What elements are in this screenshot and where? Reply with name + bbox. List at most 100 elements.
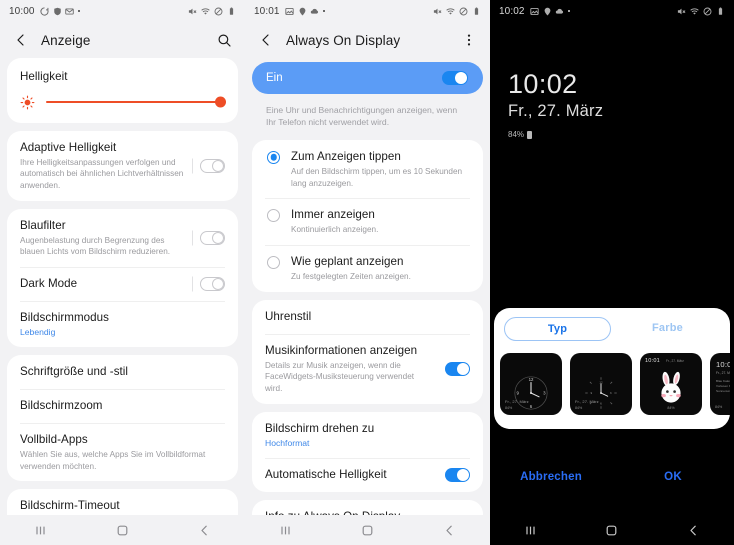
brightness-thumb[interactable]	[215, 96, 226, 108]
chevron-left-icon[interactable]	[12, 31, 30, 49]
rabbit-character-icon	[661, 371, 681, 403]
cancel-button[interactable]: Abbrechen	[490, 471, 612, 483]
status-bar-left: 10:02	[499, 6, 570, 17]
shield-icon	[53, 7, 62, 16]
face-time: 10:01	[716, 360, 730, 369]
aod-battery-indicator: 84%	[508, 130, 603, 139]
clock-face-analog-numerals[interactable]: 12 3 6 9 Fr., 27. März 84%	[500, 353, 562, 415]
radio-button[interactable]	[267, 209, 280, 223]
status-bar-left: 10:00	[9, 6, 80, 17]
radio-button[interactable]	[267, 256, 280, 270]
toggle-wrap	[437, 468, 470, 483]
panel-always-on-display: 10:01 Always On Display Ein Eine Uhr und…	[245, 0, 490, 545]
row-clock-style[interactable]: Uhrenstil	[252, 300, 483, 334]
clock-face-rabbit-character[interactable]: 10:01 Fr., 27. März 84%	[640, 353, 702, 415]
recents-icon[interactable]	[245, 524, 327, 537]
tab-farbe[interactable]: Farbe	[615, 317, 720, 341]
back-icon[interactable]	[408, 524, 490, 537]
toggle-wrap	[192, 230, 225, 245]
more-vertical-icon[interactable]	[460, 31, 478, 49]
wifi-icon	[446, 7, 455, 16]
aod-master-toggle[interactable]	[442, 70, 468, 86]
clock-style-picker-sheet: Typ Farbe 12 3 69 Fr., 27. März 84% 12 3…	[494, 308, 730, 429]
home-icon[interactable]	[327, 524, 409, 537]
row-title: Automatische Helligkeit	[265, 468, 387, 482]
row-show-music-info[interactable]: Musikinformationen anzeigen Details zur …	[252, 333, 483, 404]
row-subtitle: Wählen Sie aus, welche Apps Sie im Vollb…	[20, 449, 206, 471]
row-font-size-style[interactable]: Schriftgröße und -stil	[7, 355, 238, 389]
toggle-wrap	[192, 158, 225, 173]
radio-row-tap-to-show[interactable]: Zum Anzeigen tippen Auf den Bildschirm t…	[252, 140, 483, 198]
dot-icon	[567, 10, 570, 12]
row-text: Musikinformationen anzeigen Details zur …	[265, 343, 437, 395]
mail-icon	[65, 7, 74, 16]
brightness-card: Helligkeit	[7, 58, 238, 123]
battery-icon	[472, 7, 481, 16]
row-title: Immer anzeigen	[291, 208, 375, 222]
page-title: Anzeige	[41, 32, 91, 48]
radio-row-always-show[interactable]: Immer anzeigen Kontinuierlich anzeigen.	[252, 198, 483, 245]
dark-mode-toggle[interactable]	[200, 276, 225, 291]
row-text: Automatische Helligkeit	[265, 467, 437, 483]
home-icon[interactable]	[571, 524, 652, 537]
chevron-left-icon[interactable]	[257, 31, 275, 49]
cloud-icon	[310, 7, 319, 16]
picker-tabs: Typ Farbe	[494, 317, 730, 341]
aod-clock-preview: 10:02 Fr., 27. März 84%	[508, 69, 603, 140]
recents-icon[interactable]	[0, 524, 82, 537]
settings-list[interactable]: Helligkeit Adaptive Helligkeit Ihre Hell…	[0, 58, 245, 536]
dnd-icon	[703, 7, 712, 16]
face-date: Fr., 27. März	[666, 359, 684, 363]
search-icon[interactable]	[215, 31, 233, 49]
row-dark-mode[interactable]: Dark Mode	[7, 267, 238, 301]
aod-master-toggle-row[interactable]: Ein	[252, 62, 483, 94]
row-title: Adaptive Helligkeit	[20, 140, 117, 154]
face-date: Fr., 27. März	[716, 371, 730, 375]
row-adaptive-brightness[interactable]: Adaptive Helligkeit Ihre Helligkeitsanpa…	[7, 131, 238, 201]
row-fullscreen-apps[interactable]: Vollbild-Apps Wählen Sie aus, welche App…	[7, 422, 238, 481]
row-title: Zum Anzeigen tippen	[291, 149, 401, 163]
wifi-icon	[690, 7, 699, 16]
radio-button[interactable]	[267, 150, 280, 164]
recents-icon[interactable]	[490, 524, 571, 537]
row-auto-brightness[interactable]: Automatische Helligkeit	[252, 458, 483, 492]
mute-icon	[677, 7, 686, 16]
ok-button[interactable]: OK	[612, 471, 734, 483]
status-bar-right	[188, 7, 236, 16]
tab-typ[interactable]: Typ	[504, 317, 611, 341]
brightness-track[interactable]	[46, 96, 226, 108]
font-and-zoom-card: Schriftgröße und -stil Bildschirmzoom Vo…	[7, 355, 238, 482]
row-subtitle: Auf den Bildschirm tippen, um es 10 Seku…	[291, 167, 463, 188]
clock-face-list[interactable]: 12 3 69 Fr., 27. März 84% 12 3 6 9 Fr., …	[494, 341, 730, 415]
mute-icon	[188, 7, 197, 16]
blue-filter-toggle[interactable]	[200, 230, 225, 245]
svg-text:3: 3	[610, 391, 612, 395]
radio-row-scheduled[interactable]: Wie geplant anzeigen Zu festgelegten Zei…	[252, 245, 483, 292]
row-screen-mode[interactable]: Bildschirmmodus Lebendig	[7, 300, 238, 348]
row-screen-zoom[interactable]: Bildschirmzoom	[7, 389, 238, 423]
svg-text:3: 3	[543, 391, 546, 396]
page-title: Always On Display	[286, 32, 401, 48]
refresh-icon	[40, 6, 49, 16]
show-music-info-toggle[interactable]	[445, 361, 470, 376]
adaptive-brightness-toggle[interactable]	[200, 158, 225, 173]
auto-brightness-toggle[interactable]	[445, 468, 470, 483]
row-value: Lebendig	[20, 327, 56, 338]
row-rotate-screen-to[interactable]: Bildschirm drehen zu Hochformat	[252, 412, 483, 459]
svg-text:9: 9	[590, 391, 592, 395]
back-icon[interactable]	[163, 524, 245, 537]
adaptive-brightness-card: Adaptive Helligkeit Ihre Helligkeitsanpa…	[7, 130, 238, 201]
home-icon[interactable]	[82, 524, 164, 537]
back-icon[interactable]	[653, 524, 734, 537]
brightness-slider[interactable]	[20, 95, 226, 110]
aod-clock-time: 10:02	[508, 69, 578, 99]
row-blue-filter[interactable]: Blaufilter Augenbelastung durch Begrenzu…	[7, 209, 238, 267]
status-bar-left: 10:01	[254, 6, 325, 17]
face-date: Fr., 27. März	[575, 399, 599, 404]
clock-face-analog-ticks[interactable]: 12 3 69 Fr., 27. März 84%	[570, 353, 632, 415]
app-bar: Always On Display	[245, 22, 490, 58]
aod-battery-text: 84%	[508, 130, 525, 140]
toggle-knob	[457, 469, 469, 482]
clock-face-digital-info[interactable]: 10:01 Fr., 27. März Blau Kalendertag / K…	[710, 353, 730, 415]
aod-settings-list[interactable]: Ein Eine Uhr und Benachrichtigungen anze…	[245, 58, 490, 534]
